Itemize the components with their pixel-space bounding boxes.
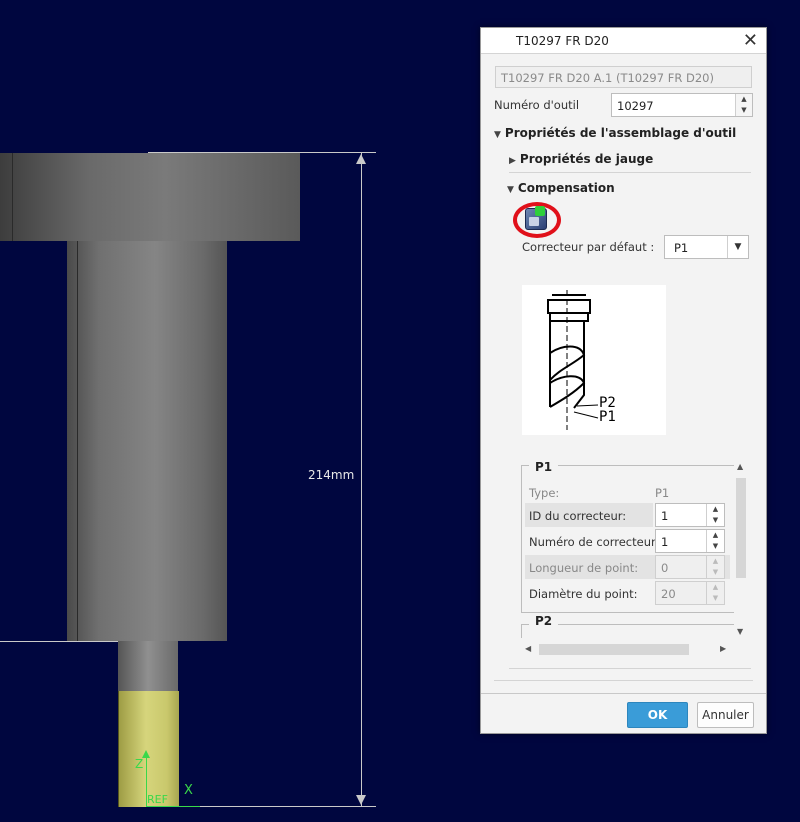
tool-number-value: 10297 [617, 99, 654, 113]
dimension-bottom-line [178, 806, 376, 807]
section-divider [494, 680, 753, 681]
corrector-id-spinner[interactable]: ▲ ▼ [706, 504, 724, 526]
default-corrector-label: Correcteur par défaut : [522, 240, 655, 254]
point-length-value: 0 [661, 561, 669, 575]
point-diameter-input: 20 ▲ ▼ [655, 581, 725, 605]
type-value: P1 [655, 486, 670, 500]
cutter-part [118, 691, 179, 807]
dimension-arrow-up [356, 154, 366, 164]
point-length-input: 0 ▲ ▼ [655, 555, 725, 579]
default-corrector-select[interactable]: P1 ▼ [664, 235, 749, 259]
dialog-title: T10297 FR D20 [516, 34, 609, 48]
body-edge [77, 241, 78, 641]
z-axis-label: Z [135, 757, 144, 771]
section-divider [509, 668, 751, 669]
spin-down-icon[interactable]: ▼ [707, 541, 724, 552]
compensation-tool-icon[interactable] [525, 206, 547, 230]
point-length-label: Longueur de point: [529, 561, 639, 575]
holder-bottom-line [0, 641, 118, 642]
spin-up-icon: ▲ [712, 583, 719, 591]
gear-icon [529, 217, 539, 226]
x-axis-line [146, 806, 200, 807]
expanded-triangle-icon: ▼ [507, 185, 514, 195]
expanded-triangle-icon: ▼ [494, 130, 501, 140]
spin-up-icon[interactable]: ▲ [707, 504, 724, 515]
diagram-label-p1: P1 [599, 409, 616, 425]
close-icon[interactable]: ✕ [743, 30, 758, 51]
tool-holder-body [67, 241, 227, 641]
scroll-right-icon[interactable]: ▶ [720, 644, 726, 653]
tool-neck [118, 641, 178, 691]
tool-name-value: T10297 FR D20 A.1 (T10297 FR D20) [501, 71, 714, 85]
spin-up-icon[interactable]: ▲ [736, 94, 752, 105]
horizontal-scrollbar-thumb[interactable] [539, 644, 689, 655]
tool-diagram: P2 P1 [522, 285, 666, 435]
assembly-section-title: Propriétés de l'assemblage d'outil [504, 126, 737, 140]
scroll-left-icon[interactable]: ◀ [525, 644, 531, 653]
type-label: Type: [529, 486, 560, 500]
compensation-section-title: Compensation [517, 181, 615, 195]
scroll-down-icon[interactable]: ▼ [737, 627, 743, 636]
corrector-id-input[interactable]: 1 ▲ ▼ [655, 503, 725, 527]
p2-group-border-left [521, 624, 522, 638]
point-diameter-spinner: ▲ ▼ [706, 582, 724, 604]
vertical-scrollbar-thumb[interactable] [736, 478, 746, 578]
green-arrow-icon [535, 206, 545, 216]
point-diameter-value: 20 [661, 587, 676, 601]
p1-group-border-bottom [521, 612, 734, 613]
p1-group-border-left [521, 465, 522, 612]
tool-name-field: T10297 FR D20 A.1 (T10297 FR D20) [495, 66, 752, 88]
footer-divider [481, 693, 766, 694]
tool-holder-flange [0, 153, 300, 241]
chevron-down-icon[interactable]: ▼ [727, 236, 748, 258]
corrector-number-label: Numéro de correcteur: [529, 535, 660, 549]
assembly-section-header[interactable]: ▼ Propriétés de l'assemblage d'outil [494, 126, 736, 140]
spin-up-icon: ▲ [712, 557, 719, 565]
tool-number-input[interactable]: 10297 ▲ ▼ [611, 93, 753, 117]
spin-down-icon[interactable]: ▼ [707, 515, 724, 526]
scroll-up-icon[interactable]: ▲ [737, 462, 743, 471]
dimension-label: 214mm [308, 468, 355, 482]
p2-group-title: P2 [529, 614, 559, 628]
tool-number-spinner[interactable]: ▲ ▼ [735, 94, 752, 116]
default-corrector-value: P1 [674, 241, 689, 255]
ok-button[interactable]: OK [627, 702, 688, 728]
tool-properties-dialog: T10297 FR D20 ✕ T10297 FR D20 A.1 (T1029… [480, 27, 767, 734]
dimension-arrow-down [356, 795, 366, 805]
point-diameter-label: Diamètre du point: [529, 587, 638, 601]
point-length-spinner: ▲ ▼ [706, 556, 724, 578]
x-axis-label: X [184, 783, 193, 798]
end-mill-diagram [547, 290, 599, 430]
ref-label: REF [147, 793, 168, 806]
gauge-section-title: Propriétés de jauge [519, 152, 654, 166]
collapsed-triangle-icon: ▶ [509, 156, 516, 166]
gauge-section-header[interactable]: ▶ Propriétés de jauge [509, 152, 653, 166]
corrector-id-value: 1 [661, 509, 669, 523]
p1-group-title: P1 [529, 460, 559, 474]
corrector-number-input[interactable]: 1 ▲ ▼ [655, 529, 725, 553]
corrector-number-spinner[interactable]: ▲ ▼ [706, 530, 724, 552]
section-divider [509, 172, 751, 173]
dialog-title-bar: T10297 FR D20 ✕ [481, 28, 766, 54]
corrector-number-value: 1 [661, 535, 669, 549]
dimension-top-line [148, 152, 376, 153]
spin-up-icon[interactable]: ▲ [707, 530, 724, 541]
spin-down-icon: ▼ [712, 594, 719, 602]
dimension-vertical-line [361, 153, 362, 806]
tool-number-label: Numéro d'outil [494, 98, 580, 112]
flange-edge [12, 153, 13, 241]
compensation-section-header[interactable]: ▼ Compensation [507, 181, 615, 195]
spin-down-icon[interactable]: ▼ [736, 105, 752, 116]
spin-down-icon: ▼ [712, 568, 719, 576]
cancel-button[interactable]: Annuler [697, 702, 754, 728]
corrector-id-label: ID du correcteur: [529, 509, 627, 523]
